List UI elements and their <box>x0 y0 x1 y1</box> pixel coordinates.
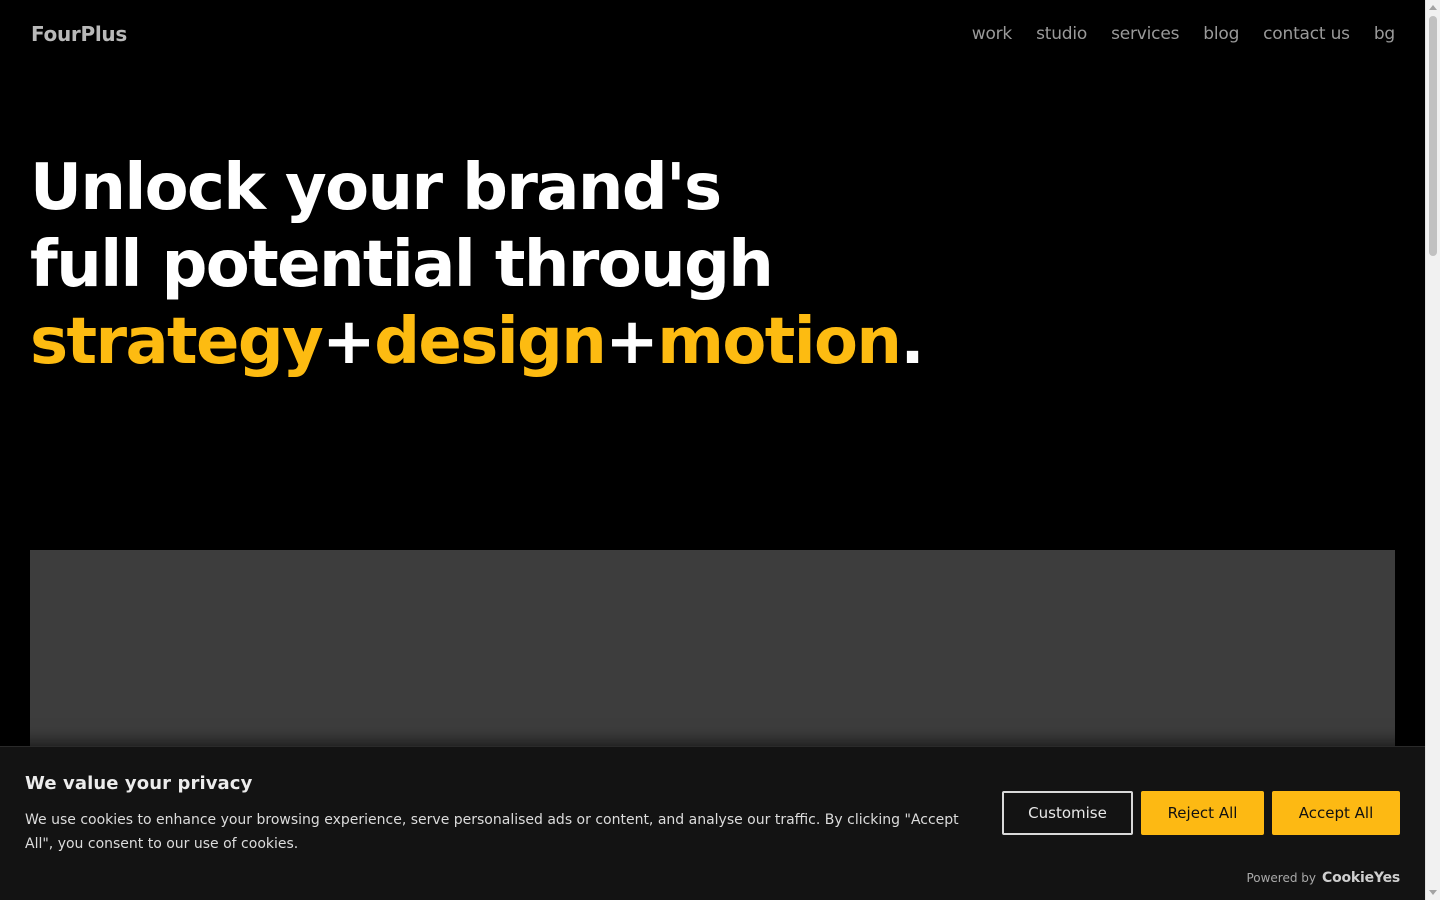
site-logo[interactable]: FourPlus <box>31 22 127 46</box>
hero-line-2: full potential through <box>30 228 774 302</box>
nav-link-work[interactable]: work <box>972 24 1013 44</box>
hero-heading: Unlock your brand's full potential throu… <box>30 150 925 381</box>
hero-word-strategy: strategy <box>30 305 324 379</box>
powered-by: Powered by CookieYes <box>1246 870 1400 886</box>
hero-period: . <box>900 305 924 379</box>
hero-word-design: design <box>374 305 607 379</box>
nav-link-studio[interactable]: studio <box>1036 24 1087 44</box>
cookie-banner: We value your privacy We use cookies to … <box>0 746 1425 900</box>
accept-all-button[interactable]: Accept All <box>1272 791 1400 835</box>
hero-plus-2: + <box>605 305 659 379</box>
cookie-banner-title: We value your privacy <box>25 773 253 794</box>
nav-link-blog[interactable]: blog <box>1203 24 1239 44</box>
scrollbar-thumb[interactable] <box>1429 16 1437 256</box>
scroll-down-arrow-icon[interactable] <box>1429 890 1437 895</box>
scroll-up-arrow-icon[interactable] <box>1429 5 1437 10</box>
hero-line-3: strategy+design+motion. <box>30 304 925 381</box>
main-nav: work studio services blog contact us bg <box>972 24 1395 44</box>
cookieyes-logo[interactable]: CookieYes <box>1322 870 1400 886</box>
nav-link-contact-us[interactable]: contact us <box>1263 24 1350 44</box>
hero-plus-1: + <box>322 305 376 379</box>
hero-word-motion: motion <box>657 305 902 379</box>
nav-link-bg[interactable]: bg <box>1374 24 1395 44</box>
nav-link-services[interactable]: services <box>1111 24 1179 44</box>
reject-all-button[interactable]: Reject All <box>1141 791 1264 835</box>
customise-button[interactable]: Customise <box>1002 791 1133 835</box>
page-scrollbar[interactable] <box>1425 0 1440 900</box>
powered-by-label: Powered by <box>1246 871 1316 885</box>
hero-line-1: Unlock your brand's <box>30 151 722 225</box>
cookie-banner-text: We use cookies to enhance your browsing … <box>25 812 959 852</box>
hero-media-placeholder <box>30 550 1395 750</box>
site-header: FourPlus work studio services blog conta… <box>0 0 1425 72</box>
